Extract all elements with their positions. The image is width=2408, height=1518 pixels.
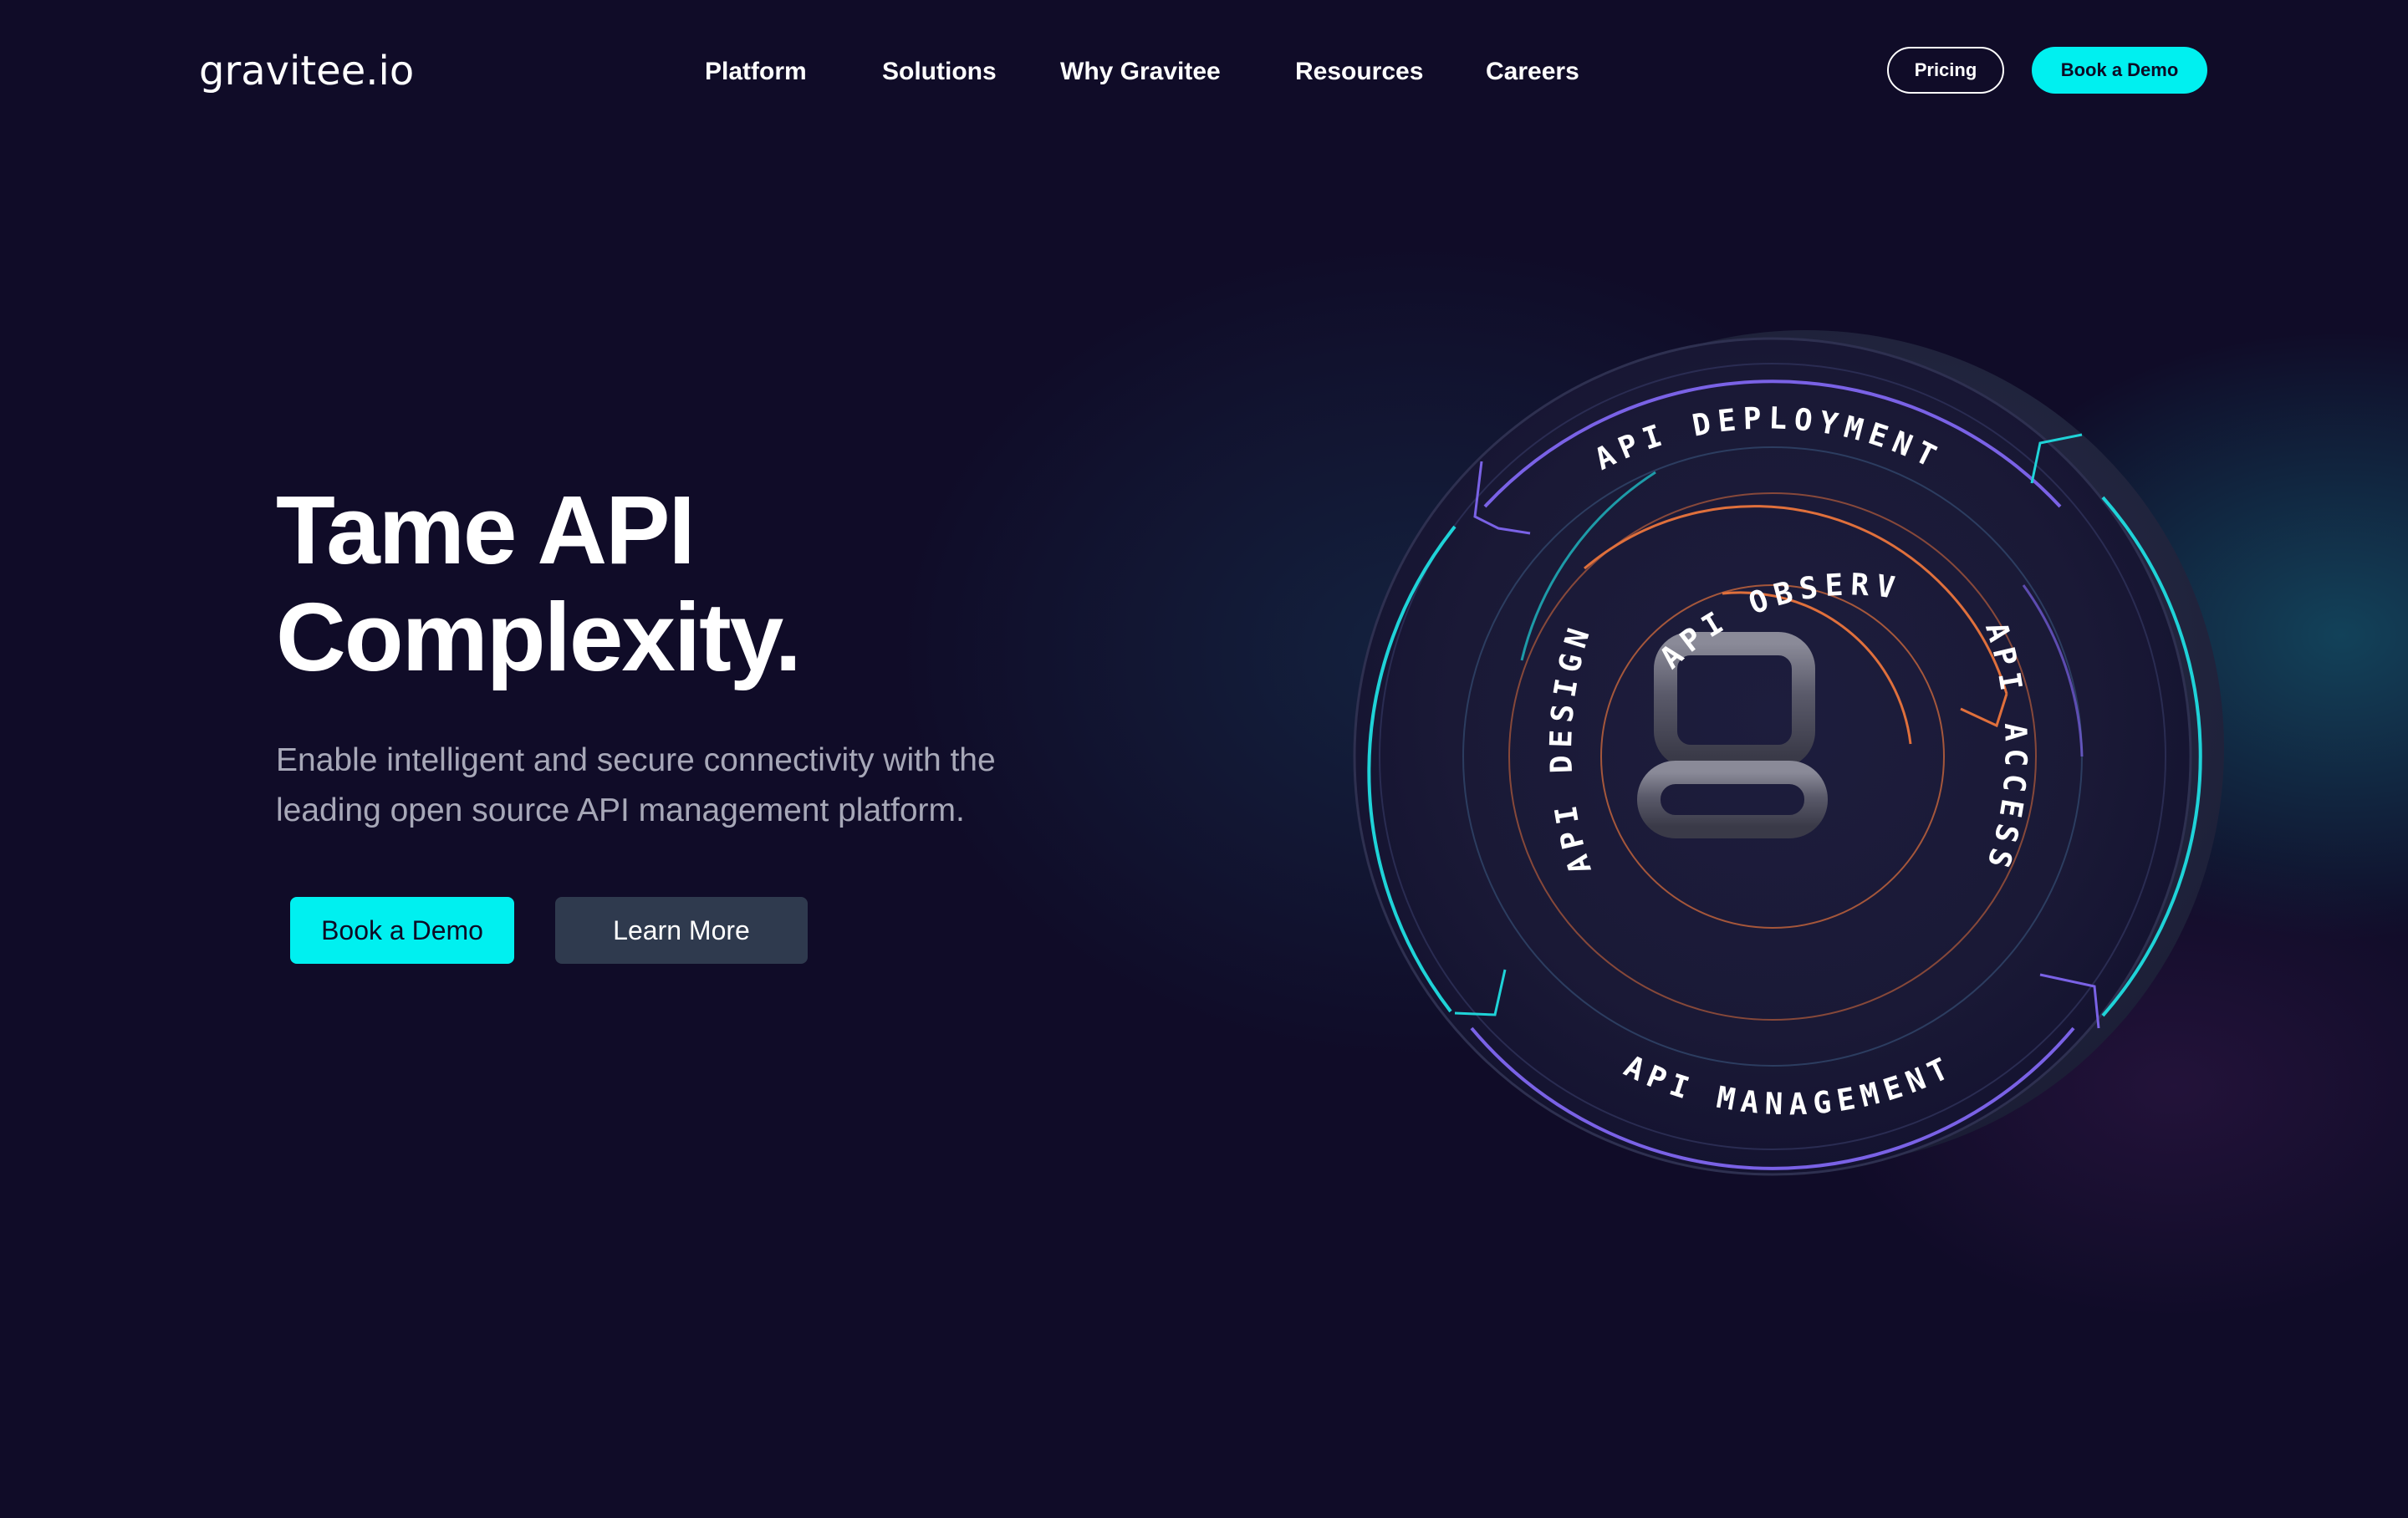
api-lifecycle-emblem: API DEPLOYMENT API OBSERVABILITY API DES… xyxy=(1304,309,2241,1229)
nav-item-platform[interactable]: Platform xyxy=(705,53,807,90)
hero-subtitle-line-2: leading open source API management platf… xyxy=(276,792,965,828)
book-demo-hero-button[interactable]: Book a Demo xyxy=(290,897,514,964)
hero-title-line-2: Complexity. xyxy=(276,583,802,691)
nav-item-solutions[interactable]: Solutions xyxy=(882,53,997,90)
book-demo-nav-button[interactable]: Book a Demo xyxy=(2032,47,2207,94)
navbar: gravitee.io Platform Solutions Why Gravi… xyxy=(0,0,2408,144)
hero-title: Tame API Complexity. xyxy=(276,476,1028,690)
emblem-graphic: API DEPLOYMENT API OBSERVABILITY API DES… xyxy=(1304,309,2224,1176)
page: gravitee.io Platform Solutions Why Gravi… xyxy=(0,0,2408,1518)
nav-item-resources[interactable]: Resources xyxy=(1295,53,1423,90)
learn-more-button[interactable]: Learn More xyxy=(555,897,808,964)
pricing-button[interactable]: Pricing xyxy=(1887,47,2004,94)
hero-subtitle-line-1: Enable intelligent and secure connectivi… xyxy=(276,742,996,778)
hero-title-line-1: Tame API xyxy=(276,476,696,584)
nav-item-why-gravitee[interactable]: Why Gravitee xyxy=(1060,53,1221,90)
gravitee-logo[interactable]: gravitee.io xyxy=(199,43,414,99)
nav-item-careers[interactable]: Careers xyxy=(1486,53,1579,90)
hero-subtitle: Enable intelligent and secure connectivi… xyxy=(276,736,1112,836)
logo-text: gravitee.io xyxy=(199,48,415,94)
